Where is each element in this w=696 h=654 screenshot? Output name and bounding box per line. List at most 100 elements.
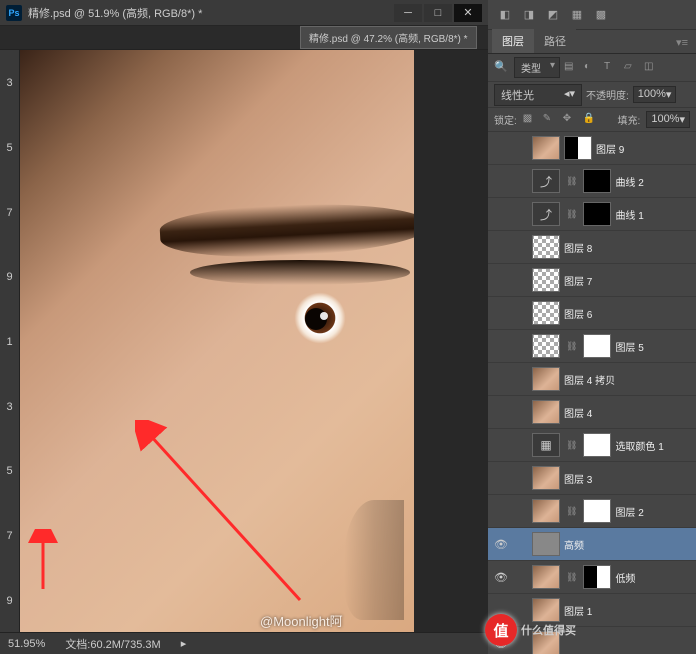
layer-name[interactable]: 图层 6: [564, 306, 592, 321]
blend-mode-select[interactable]: 线性光◂▾: [494, 84, 582, 106]
layer-name[interactable]: 图层 9: [596, 141, 624, 156]
layer-thumbnail[interactable]: [532, 136, 560, 160]
zoom-level[interactable]: 51.95%: [8, 638, 45, 650]
lock-all-icon[interactable]: 🔒: [583, 113, 597, 127]
visibility-toggle[interactable]: [492, 337, 510, 355]
layer-name[interactable]: 图层 7: [564, 273, 592, 288]
adjustment-icon[interactable]: ◨: [520, 7, 538, 23]
document-tab[interactable]: 精修.psd @ 47.2% (高频, RGB/8*) *: [300, 26, 477, 49]
fill-input[interactable]: 100%▾: [646, 111, 690, 128]
layer-thumbnail[interactable]: [532, 334, 560, 358]
filter-smart-icon[interactable]: ◫: [644, 61, 660, 75]
layer-thumbnail[interactable]: [532, 466, 560, 490]
layer-name[interactable]: 高频: [564, 537, 584, 552]
filter-shape-icon[interactable]: ▱: [624, 61, 640, 75]
visibility-toggle[interactable]: [492, 469, 510, 487]
lock-trans-icon[interactable]: ▩: [523, 113, 537, 127]
layer-row[interactable]: 👁⛓低频: [488, 561, 696, 594]
layers-list[interactable]: 图层 9 ⤴⛓曲线 2⤴⛓曲线 1 图层 8 图层 7 图层 6 ⛓图层 5 图层 4 拷贝…: [488, 132, 696, 654]
layer-row[interactable]: ⛓图层 2: [488, 495, 696, 528]
minimize-button[interactable]: ─: [394, 4, 422, 22]
layer-thumbnail[interactable]: [583, 433, 611, 457]
layer-row[interactable]: 👁: [488, 627, 696, 654]
visibility-toggle[interactable]: [492, 601, 510, 619]
layer-name[interactable]: 曲线 1: [615, 207, 643, 222]
panel-menu-icon[interactable]: ▾≡: [668, 32, 696, 53]
filter-type-icon[interactable]: T: [604, 61, 620, 75]
layer-name[interactable]: 图层 2: [615, 504, 643, 519]
layer-thumbnail[interactable]: [532, 565, 560, 589]
layer-thumbnail[interactable]: [564, 136, 592, 160]
filter-pixel-icon[interactable]: ▤: [564, 61, 580, 75]
layer-row[interactable]: ⤴⛓曲线 2: [488, 165, 696, 198]
visibility-toggle[interactable]: [492, 205, 510, 223]
layer-name[interactable]: 图层 8: [564, 240, 592, 255]
lock-paint-icon[interactable]: ✎: [543, 113, 557, 127]
visibility-toggle[interactable]: [492, 403, 510, 421]
layer-name[interactable]: 图层 4: [564, 405, 592, 420]
layer-thumbnail[interactable]: [532, 235, 560, 259]
layer-thumbnail[interactable]: [583, 169, 611, 193]
layer-name[interactable]: 图层 3: [564, 471, 592, 486]
layer-thumbnail[interactable]: [532, 532, 560, 556]
layer-thumbnail[interactable]: ⤴: [532, 202, 560, 226]
status-arrow[interactable]: ▸: [181, 637, 187, 650]
layer-name[interactable]: 图层 5: [615, 339, 643, 354]
search-icon[interactable]: 🔍: [494, 60, 510, 76]
layer-row[interactable]: 图层 3: [488, 462, 696, 495]
layer-thumbnail[interactable]: [532, 301, 560, 325]
layer-thumbnail[interactable]: [583, 202, 611, 226]
layer-name[interactable]: 图层 1: [564, 603, 592, 618]
filter-kind-select[interactable]: 类型: [514, 57, 560, 78]
visibility-toggle[interactable]: [492, 139, 510, 157]
layer-thumbnail[interactable]: [532, 268, 560, 292]
layer-thumbnail[interactable]: [532, 367, 560, 391]
adjustment-icon[interactable]: ◧: [496, 7, 514, 23]
visibility-toggle[interactable]: [492, 172, 510, 190]
layer-row[interactable]: 图层 4 拷贝: [488, 363, 696, 396]
adjustment-icon[interactable]: ▩: [592, 7, 610, 23]
layer-row[interactable]: 图层 7: [488, 264, 696, 297]
layer-thumbnail[interactable]: [532, 499, 560, 523]
visibility-toggle[interactable]: [492, 304, 510, 322]
layer-thumbnail[interactable]: [583, 334, 611, 358]
adjustment-icon[interactable]: ◩: [544, 7, 562, 23]
layer-row[interactable]: 图层 1: [488, 594, 696, 627]
tab-layers[interactable]: 图层: [492, 29, 534, 53]
layer-row[interactable]: 👁 高频: [488, 528, 696, 561]
maximize-button[interactable]: □: [424, 4, 452, 22]
layer-row[interactable]: 图层 4: [488, 396, 696, 429]
visibility-toggle[interactable]: [492, 436, 510, 454]
layer-thumbnail[interactable]: ⤴: [532, 169, 560, 193]
tab-paths[interactable]: 路径: [534, 29, 576, 53]
layer-thumbnail[interactable]: [532, 598, 560, 622]
visibility-toggle[interactable]: 👁: [492, 634, 510, 652]
layer-row[interactable]: 图层 8: [488, 231, 696, 264]
visibility-toggle[interactable]: 👁: [492, 568, 510, 586]
layer-name[interactable]: 图层 4 拷贝: [564, 372, 615, 387]
layer-name[interactable]: 选取颜色 1: [615, 438, 663, 453]
visibility-toggle[interactable]: [492, 502, 510, 520]
layer-row[interactable]: 图层 6: [488, 297, 696, 330]
opacity-input[interactable]: 100%▾: [633, 86, 677, 103]
layer-name[interactable]: 低频: [615, 570, 635, 585]
lock-move-icon[interactable]: ✥: [563, 113, 577, 127]
visibility-toggle[interactable]: 👁: [492, 535, 510, 553]
adjustment-icon[interactable]: ▦: [568, 7, 586, 23]
visibility-toggle[interactable]: [492, 238, 510, 256]
visibility-toggle[interactable]: [492, 271, 510, 289]
layer-row[interactable]: 图层 9: [488, 132, 696, 165]
layer-row[interactable]: ⛓图层 5: [488, 330, 696, 363]
canvas-image[interactable]: [20, 50, 414, 632]
layer-row[interactable]: ⤴⛓曲线 1: [488, 198, 696, 231]
close-button[interactable]: ✕: [454, 4, 482, 22]
visibility-toggle[interactable]: [492, 370, 510, 388]
layer-thumbnail[interactable]: ▦: [532, 433, 560, 457]
layer-thumbnail[interactable]: [532, 400, 560, 424]
filter-adjust-icon[interactable]: ◐: [584, 61, 600, 75]
layer-thumbnail[interactable]: [532, 631, 560, 654]
layer-row[interactable]: ▦⛓选取颜色 1: [488, 429, 696, 462]
layer-thumbnail[interactable]: [583, 565, 611, 589]
layer-thumbnail[interactable]: [583, 499, 611, 523]
layer-name[interactable]: 曲线 2: [615, 174, 643, 189]
